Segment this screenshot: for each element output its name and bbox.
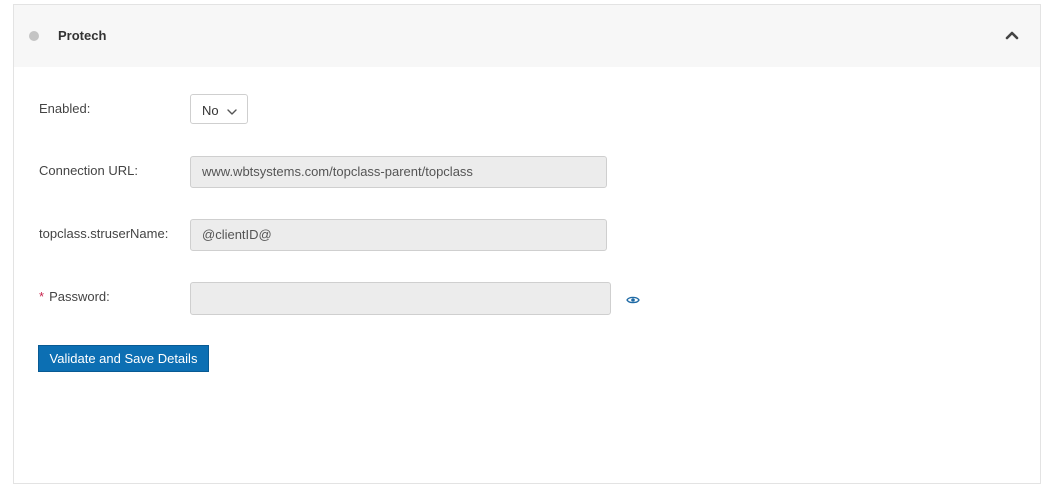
required-marker: *: [39, 289, 45, 304]
struser-name-field[interactable]: @clientID@: [190, 219, 607, 251]
enabled-label: Enabled:: [39, 101, 91, 116]
enabled-select-value: No: [202, 103, 219, 118]
integration-panel: Protech Enabled: No Connection URL: www.…: [13, 4, 1041, 484]
password-label-text: Password:: [49, 289, 110, 304]
chevron-up-icon[interactable]: [1004, 27, 1020, 43]
panel-title: Protech: [58, 28, 107, 43]
password-field[interactable]: [190, 282, 611, 315]
panel-header[interactable]: Protech: [14, 5, 1040, 67]
validate-save-button[interactable]: Validate and Save Details: [38, 345, 209, 372]
eye-icon[interactable]: [626, 293, 640, 305]
struser-name-label: topclass.struserName:: [39, 226, 169, 241]
status-indicator: [29, 31, 39, 41]
password-label: * Password:: [39, 289, 110, 304]
connection-url-field[interactable]: www.wbtsystems.com/topclass-parent/topcl…: [190, 156, 607, 188]
enabled-select[interactable]: No: [190, 94, 248, 124]
connection-url-label: Connection URL:: [39, 163, 138, 178]
chevron-down-icon: [227, 104, 237, 115]
